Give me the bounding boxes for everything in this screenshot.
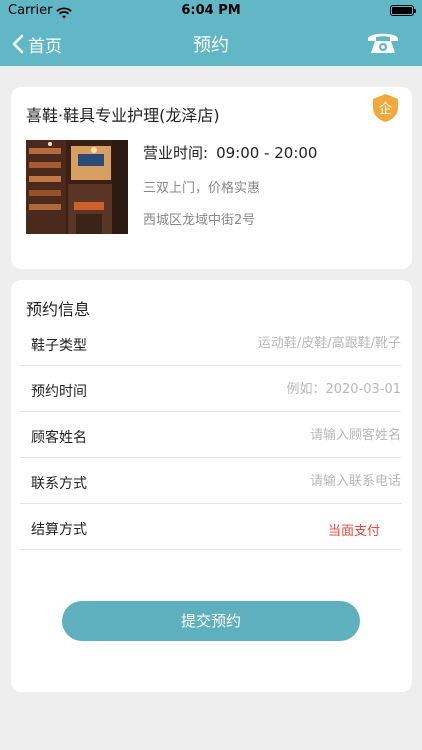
contact-input[interactable]: [201, 474, 401, 489]
phone-button[interactable]: [366, 28, 400, 56]
shoe-type-input[interactable]: [201, 336, 401, 351]
contact-row[interactable]: 联系方式: [20, 458, 401, 504]
shop-card[interactable]: 喜鞋·鞋具专业护理(龙泽店) 企 营业时间: 09:00 - 20:00 三双上…: [11, 87, 412, 269]
submit-booking-button[interactable]: 提交预约: [62, 601, 360, 641]
shoe-type-row[interactable]: 鞋子类型: [20, 320, 401, 366]
battery-icon: [390, 5, 416, 16]
appointment-time-input[interactable]: [201, 382, 401, 397]
shop-description: 三双上门，价格实惠: [143, 181, 261, 196]
header-bar: Carrier 6:04 PM 首页 预约: [0, 0, 422, 66]
shop-address: 西城区龙域中街2号: [143, 213, 256, 228]
customer-name-input[interactable]: [201, 428, 401, 443]
contact-label: 联系方式: [31, 476, 87, 492]
payment-method-label: 结算方式: [31, 522, 87, 538]
hours-label: 营业时间:: [143, 144, 209, 162]
customer-name-label: 顾客姓名: [31, 430, 87, 446]
appointment-time-label: 预约时间: [31, 384, 87, 400]
clock: 6:04 PM: [181, 3, 241, 18]
payment-method-row[interactable]: 结算方式 当面支付: [20, 504, 401, 550]
shop-name: 喜鞋·鞋具专业护理(龙泽店): [26, 106, 220, 125]
payment-method-value[interactable]: 当面支付: [328, 520, 380, 539]
booking-form: 预约信息 鞋子类型 预约时间 顾客姓名 联系方式 结算方式 当面支付 提交预约: [11, 280, 412, 692]
phone-icon: [368, 33, 398, 53]
business-hours: 营业时间: 09:00 - 20:00: [143, 142, 317, 163]
hours-value: 09:00 - 20:00: [216, 144, 318, 162]
shop-photo: [26, 140, 128, 234]
status-bar: Carrier 6:04 PM: [0, 0, 422, 22]
enterprise-badge-icon: 企: [372, 93, 399, 123]
shoe-type-label: 鞋子类型: [31, 338, 87, 354]
badge-label: 企: [379, 101, 392, 117]
customer-name-row[interactable]: 顾客姓名: [20, 412, 401, 458]
form-title: 预约信息: [26, 300, 91, 319]
page-title: 预约: [193, 35, 229, 56]
appointment-time-row[interactable]: 预约时间: [20, 366, 401, 412]
